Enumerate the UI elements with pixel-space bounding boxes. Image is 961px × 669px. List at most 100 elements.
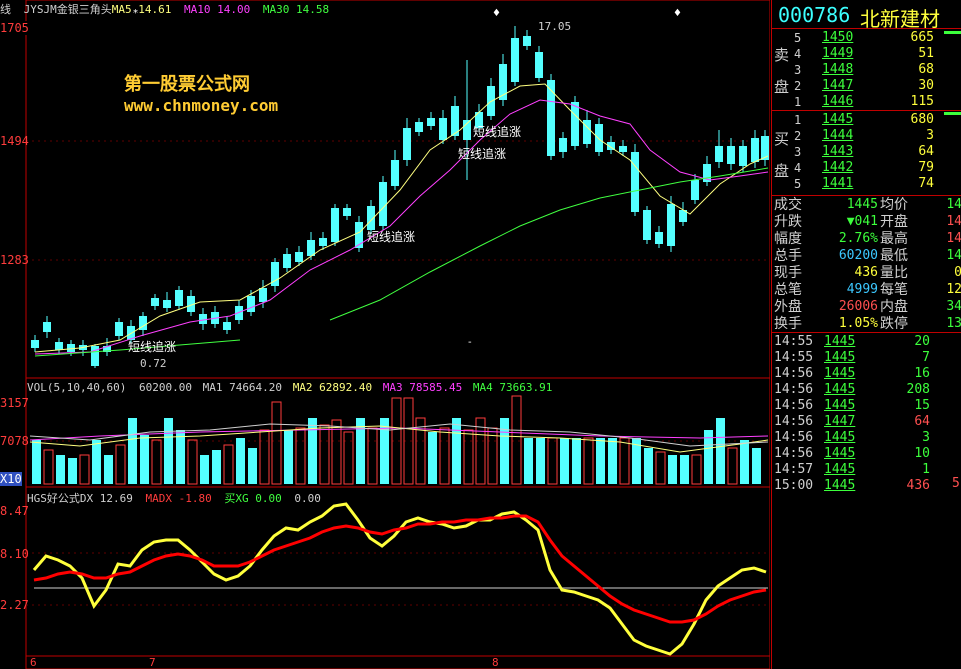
stat-label: 最低 [880,248,908,264]
tick-row[interactable]: 14:56 1445 208 [772,382,961,398]
candle-body [511,38,519,82]
candle-body [571,102,579,146]
candle-body [667,204,675,246]
buy-order-row[interactable]: 1 1445 680 [772,112,961,128]
candle-body [199,314,207,324]
volume-bar [259,429,270,485]
candle-body [223,322,231,330]
volume-bar [740,440,749,484]
volume-bar [511,395,522,485]
volume-bar [752,448,761,484]
tick-row[interactable]: 14:56 1447 64 [772,414,961,430]
tick-row[interactable]: 14:56 1445 10 [772,446,961,462]
volume-bar [463,429,474,485]
volume-bar [319,424,330,485]
volume-bar [547,437,558,485]
candle-body [283,254,291,268]
madx-line [33,514,767,624]
marker-icon: - [468,337,472,348]
volume-bar [79,454,90,485]
tick-time: 14:56 [774,382,814,397]
date-axis-label: 8 [492,656,499,669]
volume-bar [583,437,594,485]
volume-bar [668,455,677,484]
order-price: 1441 [822,176,854,191]
volume-bar [487,427,498,485]
candle-body [259,288,267,302]
volume-bar [608,438,617,484]
order-price: 1447 [822,78,854,93]
kline-chart-area[interactable]: * ♦ ♦ - 线 JYSJM金银三角头MA5 14.61 MA10 14.00… [0,0,770,669]
buy-order-row[interactable]: 2 1444 3 [772,128,961,144]
volume-bar [128,418,137,484]
tick-time: 14:56 [774,414,814,429]
sell-order-row[interactable]: 1 1446 115 [772,94,961,110]
volume-bar [343,431,354,485]
tick-row[interactable]: 14:56 1445 15 [772,398,961,414]
order-volume: 665 [910,30,934,45]
stat-label: 总手 [774,248,802,264]
stat-label: 量比 [880,265,908,281]
ma5-line [34,83,769,353]
tick-row[interactable]: 14:55 1445 20 [772,334,961,350]
corner-label: 线 [0,3,11,16]
order-price: 1450 [822,30,854,45]
tick-row[interactable]: 15:00 1445 436 [772,478,961,494]
volume-bar [500,418,509,484]
candle-body [55,342,63,350]
tick-volume: 208 [906,382,930,397]
volume-bar [223,444,234,485]
dx-line [32,502,767,656]
tick-row[interactable]: 14:56 1445 16 [772,366,961,382]
candle-body [439,118,447,140]
tick-volume: 15 [914,398,930,413]
sell-order-row[interactable]: 2 1447 30 [772,78,961,94]
volume-bar [200,455,209,484]
volume-bar [560,438,569,484]
sell-order-row[interactable]: 5 1450 665 [772,30,961,46]
indicator-header: HGS好公式DX 12.69 MADX -1.80 买XG 0.00 0.00 [27,490,321,506]
stat-row: 现手 436 量比 0 [772,265,961,282]
stat-value: 436 [854,265,878,280]
buy-order-row[interactable]: 3 1443 64 [772,144,961,160]
stat-value: 2.76% [838,231,878,246]
volume-bar [92,440,101,484]
stat-label: 总笔 [774,282,802,298]
stat-label: 升跌 [774,214,802,230]
volume-bar [452,418,461,484]
buy-order-row[interactable]: 5 1441 74 [772,176,961,192]
order-level: 3 [794,145,802,159]
order-volume: 115 [910,94,934,109]
buy-order-row[interactable]: 4 1442 79 [772,160,961,176]
tick-row[interactable]: 14:57 1445 1 [772,462,961,478]
sell-order-row[interactable]: 4 1449 51 [772,46,961,62]
tick-row[interactable]: 14:56 1445 3 [772,430,961,446]
candle-body [175,290,183,306]
order-volume: 30 [918,78,934,93]
order-level: 5 [794,31,802,45]
price-axis-label: 1283 [0,253,29,267]
volume-bar [655,451,666,485]
candle-body [655,232,663,244]
stock-code[interactable]: 000786 [778,3,850,27]
candle-body [595,124,603,152]
watermark-title: 第一股票公式网 [124,74,250,95]
tick-price: 1445 [824,478,856,493]
stat-row: 成交 1445 均价 14 [772,197,961,214]
sell-order-row[interactable]: 3 1448 68 [772,62,961,78]
candle-body [43,322,51,332]
tick-row[interactable]: 14:55 1445 7 [772,350,961,366]
stat-row: 换手 1.05% 跌停 13 [772,316,961,333]
stat-value: 34 [946,299,961,314]
candle-body [379,182,387,226]
tick-volume: 436 [906,478,930,493]
stat-value: 14 [946,231,961,246]
volume-bar [727,447,738,485]
price-axis-label: 1705 [0,21,29,35]
vol-ma3: MA3 78585.45 [382,381,463,394]
candle-body [295,252,303,262]
candle-body [403,128,411,160]
kline-chart-svg[interactable]: * ♦ ♦ - [0,0,770,669]
low-price-annotation: 0.72 [140,357,167,370]
order-volume: 79 [918,160,934,175]
